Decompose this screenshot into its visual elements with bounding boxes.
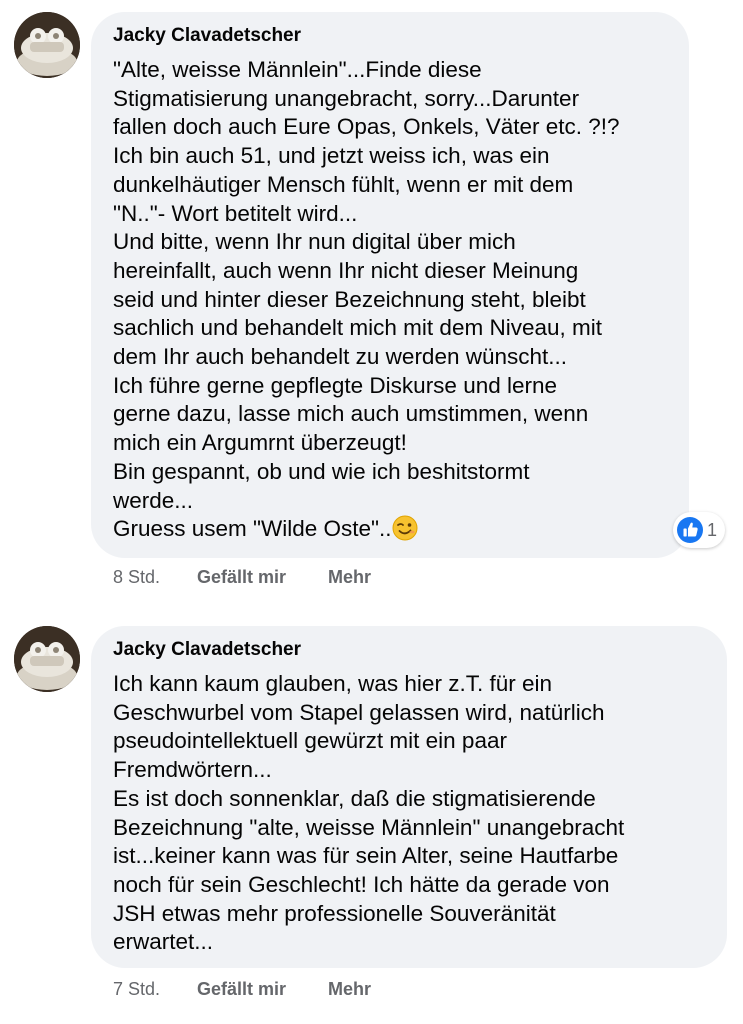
avatar[interactable] — [14, 12, 80, 78]
avatar-image — [14, 12, 80, 78]
like-button[interactable]: Gefällt mir — [197, 567, 328, 588]
comment-text: Ich kann kaum glauben, was hier z.T. für… — [113, 671, 625, 955]
like-button[interactable]: Gefällt mir — [197, 979, 328, 1000]
timestamp[interactable]: 7 Std. — [113, 979, 197, 1000]
timestamp[interactable]: 8 Std. — [113, 567, 197, 588]
author-name[interactable]: Jacky Clavadetscher — [113, 24, 667, 48]
winking-face-emoji — [392, 515, 418, 541]
comment-actions: 7 Std. Gefällt mir Mehr — [113, 979, 371, 1000]
thumbs-up-icon — [677, 517, 703, 543]
comment-bubble: Jacky Clavadetscher Ich kann kaum glaube… — [91, 626, 727, 968]
avatar-image — [14, 626, 80, 692]
comment-text-body: "Alte, weisse Männlein"...Finde diese St… — [113, 57, 620, 542]
comment-actions: 8 Std. Gefällt mir Mehr — [113, 567, 371, 588]
more-button[interactable]: Mehr — [328, 979, 371, 1000]
author-name[interactable]: Jacky Clavadetscher — [113, 638, 705, 662]
comment-text: "Alte, weisse Männlein"...Finde diese St… — [113, 56, 667, 544]
comment-bubble: Jacky Clavadetscher "Alte, weisse Männle… — [91, 12, 689, 558]
more-button[interactable]: Mehr — [328, 567, 371, 588]
reaction-summary[interactable]: 1 — [673, 512, 726, 548]
avatar[interactable] — [14, 626, 80, 692]
reaction-count: 1 — [707, 519, 718, 540]
